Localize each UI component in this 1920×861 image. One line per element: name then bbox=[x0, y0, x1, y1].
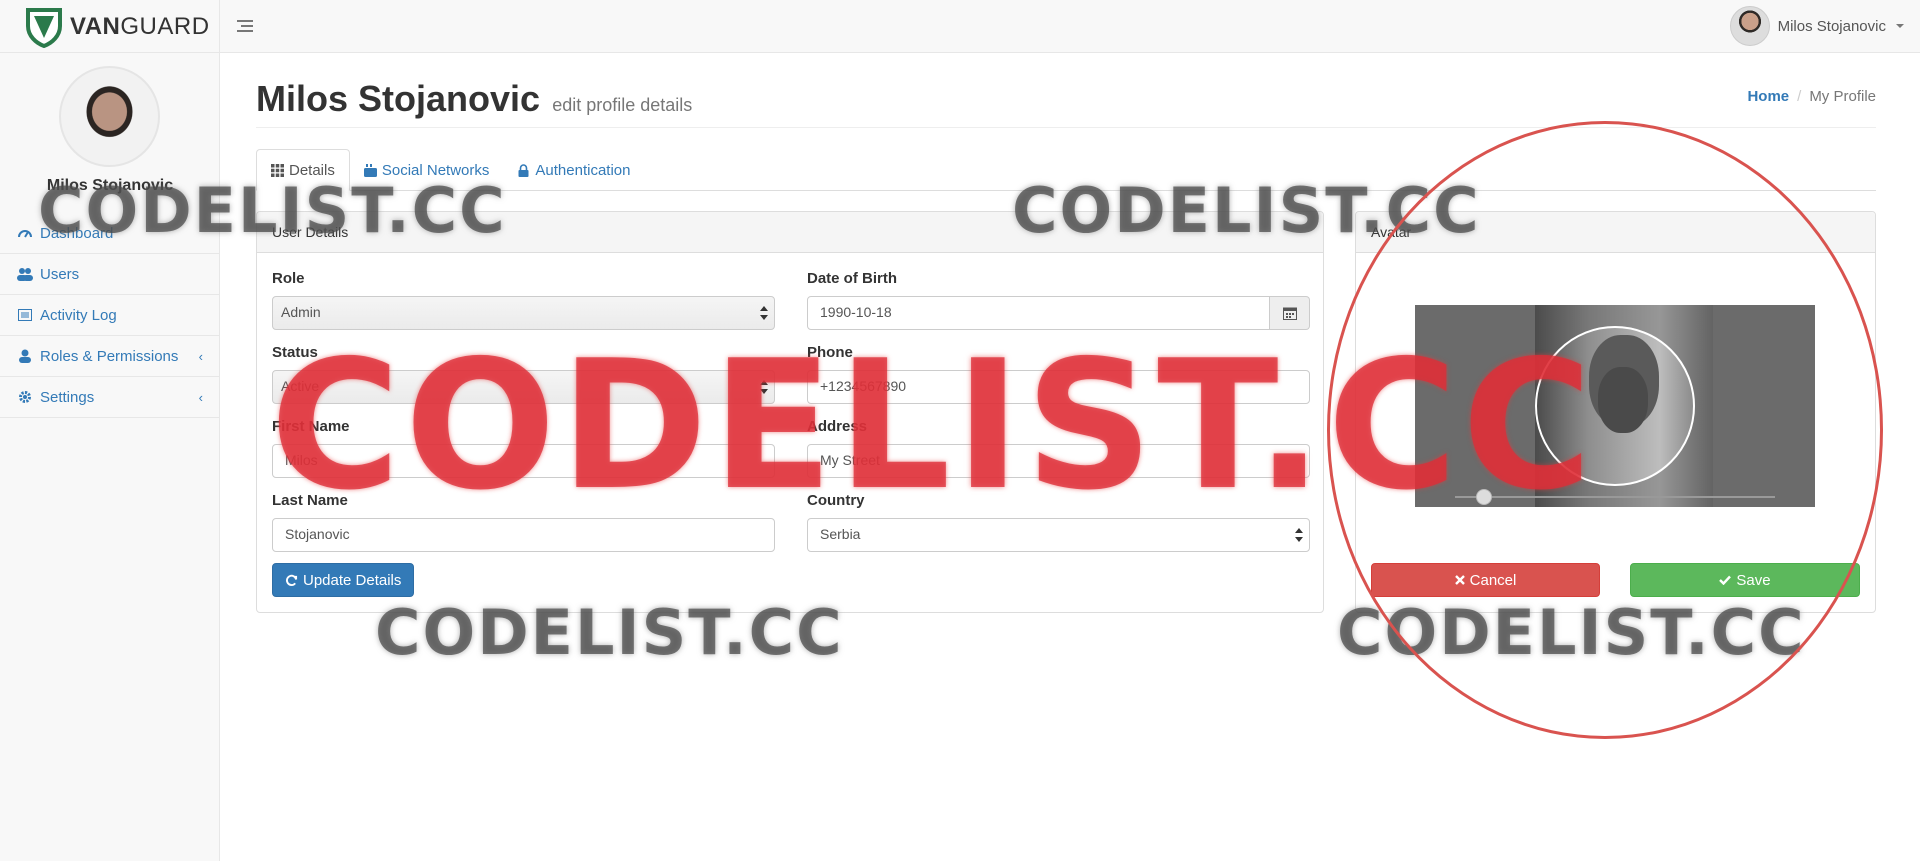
gear-icon bbox=[17, 390, 33, 404]
country-label: Country bbox=[807, 492, 865, 509]
cancel-label: Cancel bbox=[1469, 571, 1517, 589]
list-icon bbox=[17, 308, 33, 322]
avatar bbox=[1729, 6, 1770, 46]
country-select[interactable]: Serbia bbox=[807, 518, 1310, 552]
country-field: Country Serbia bbox=[807, 492, 1310, 552]
sidebar: Milos Stojanovic Dashboard Users Activit… bbox=[0, 53, 220, 861]
sidebar-item-roles-permissions[interactable]: Roles & Permissions ‹ bbox=[0, 336, 219, 377]
role-label: Role bbox=[272, 270, 305, 287]
sidebar-item-label: Dashboard bbox=[40, 224, 114, 242]
user-menu-name: Milos Stojanovic bbox=[1777, 17, 1886, 35]
avatar-panel: Avatar Cancel Save bbox=[1355, 211, 1876, 613]
page-subtitle: edit profile details bbox=[552, 95, 693, 115]
address-input[interactable]: My Street bbox=[807, 444, 1310, 478]
user-menu-dropdown[interactable]: Milos Stojanovic bbox=[1729, 5, 1904, 47]
last-name-input[interactable]: Stojanovic bbox=[272, 518, 775, 552]
sidebar-menu: Dashboard Users Activity Log Roles & Per… bbox=[0, 213, 219, 418]
top-navbar: VANGUARD Milos Stojanovic bbox=[0, 0, 1920, 53]
shield-logo-icon bbox=[26, 7, 62, 48]
update-details-button[interactable]: Update Details bbox=[272, 563, 415, 597]
tab-authentication[interactable]: Authentication bbox=[503, 149, 644, 191]
user-details-panel: User Details Role Admin Date of Birth 19… bbox=[256, 211, 1324, 613]
cancel-button[interactable]: Cancel bbox=[1371, 563, 1600, 597]
sidebar-item-activity-log[interactable]: Activity Log bbox=[0, 295, 219, 336]
role-value: Admin bbox=[281, 304, 321, 320]
dob-input-group: 1990-10-18 bbox=[807, 296, 1310, 330]
tab-label: Social Networks bbox=[381, 161, 490, 179]
dashboard-icon bbox=[17, 226, 33, 240]
dob-label: Date of Birth bbox=[807, 270, 897, 287]
refresh-icon bbox=[286, 574, 298, 586]
last-name-label: Last Name bbox=[272, 492, 348, 509]
sidebar-item-label: Roles & Permissions bbox=[40, 347, 179, 365]
grid-icon bbox=[271, 163, 284, 177]
save-button[interactable]: Save bbox=[1630, 563, 1860, 597]
sidebar-avatar bbox=[59, 66, 160, 167]
tab-label: Authentication bbox=[535, 161, 631, 179]
dob-input[interactable]: 1990-10-18 bbox=[807, 296, 1270, 330]
breadcrumb-current: My Profile bbox=[1809, 88, 1876, 105]
sidebar-item-settings[interactable]: Settings ‹ bbox=[0, 377, 219, 418]
brand-logo[interactable]: VANGUARD bbox=[0, 0, 220, 53]
save-label: Save bbox=[1736, 571, 1771, 589]
panel-heading: Avatar bbox=[1356, 212, 1875, 253]
sidebar-item-label: Settings bbox=[40, 388, 95, 406]
country-value: Serbia bbox=[820, 526, 861, 542]
sidebar-item-users[interactable]: Users bbox=[0, 254, 219, 295]
user-icon bbox=[17, 349, 33, 363]
status-value: Active bbox=[281, 378, 320, 394]
avatar-crop-area[interactable] bbox=[1415, 305, 1815, 507]
zoom-slider-track bbox=[1455, 496, 1775, 498]
sidebar-user-name: Milos Stojanovic bbox=[46, 177, 174, 194]
sidebar-item-label: Activity Log bbox=[40, 306, 117, 324]
caret-down-icon bbox=[1896, 24, 1904, 28]
address-field: Address My Street bbox=[807, 418, 1310, 478]
address-label: Address bbox=[807, 418, 868, 435]
lock-icon bbox=[518, 163, 529, 177]
page-header: Milos Stojanovic edit profile details Ho… bbox=[256, 78, 1876, 128]
profile-tabs: Details Social Networks Authentication bbox=[256, 149, 1876, 191]
chevron-left-icon: ‹ bbox=[198, 349, 203, 364]
tab-details[interactable]: Details bbox=[256, 149, 350, 191]
youtube-icon bbox=[363, 163, 377, 177]
first-name-label: First Name bbox=[272, 418, 350, 435]
breadcrumb: Home / My Profile bbox=[1747, 88, 1876, 105]
first-name-field: First Name Milos bbox=[272, 418, 775, 478]
brand-name: VANGUARD bbox=[70, 12, 210, 40]
last-name-field: Last Name Stojanovic bbox=[272, 492, 775, 552]
check-icon bbox=[1719, 575, 1732, 585]
page-title: Milos Stojanovic bbox=[256, 78, 541, 119]
role-field: Role Admin bbox=[272, 270, 775, 330]
status-field: Status Active bbox=[272, 344, 775, 404]
zoom-slider-handle[interactable] bbox=[1476, 489, 1493, 505]
role-select[interactable]: Admin bbox=[272, 296, 775, 330]
tab-label: Details bbox=[289, 161, 335, 179]
sidebar-toggle-icon[interactable] bbox=[236, 17, 254, 35]
tab-social-networks[interactable]: Social Networks bbox=[350, 149, 504, 191]
status-label: Status bbox=[272, 344, 318, 361]
select-arrows-icon bbox=[1295, 527, 1303, 543]
times-icon bbox=[1454, 575, 1465, 585]
panel-heading: User Details bbox=[257, 212, 1323, 253]
status-select[interactable]: Active bbox=[272, 370, 775, 404]
breadcrumb-home-link[interactable]: Home bbox=[1747, 88, 1789, 105]
sidebar-item-label: Users bbox=[40, 265, 80, 283]
phone-field: Phone +1234567890 bbox=[807, 344, 1310, 404]
zoom-slider[interactable] bbox=[1455, 489, 1775, 505]
phone-input[interactable]: +1234567890 bbox=[807, 370, 1310, 404]
update-details-label: Update Details bbox=[303, 571, 402, 589]
avatar-face bbox=[1598, 367, 1648, 433]
select-arrows-icon bbox=[760, 305, 768, 321]
first-name-input[interactable]: Milos bbox=[272, 444, 775, 478]
calendar-icon[interactable] bbox=[1270, 296, 1310, 330]
chevron-left-icon: ‹ bbox=[198, 390, 203, 405]
sidebar-item-dashboard[interactable]: Dashboard bbox=[0, 213, 219, 254]
phone-label: Phone bbox=[807, 344, 853, 361]
breadcrumb-separator: / bbox=[1797, 88, 1802, 105]
dob-field: Date of Birth 1990-10-18 bbox=[807, 270, 1310, 330]
select-arrows-icon bbox=[760, 379, 768, 395]
users-icon bbox=[17, 267, 33, 281]
